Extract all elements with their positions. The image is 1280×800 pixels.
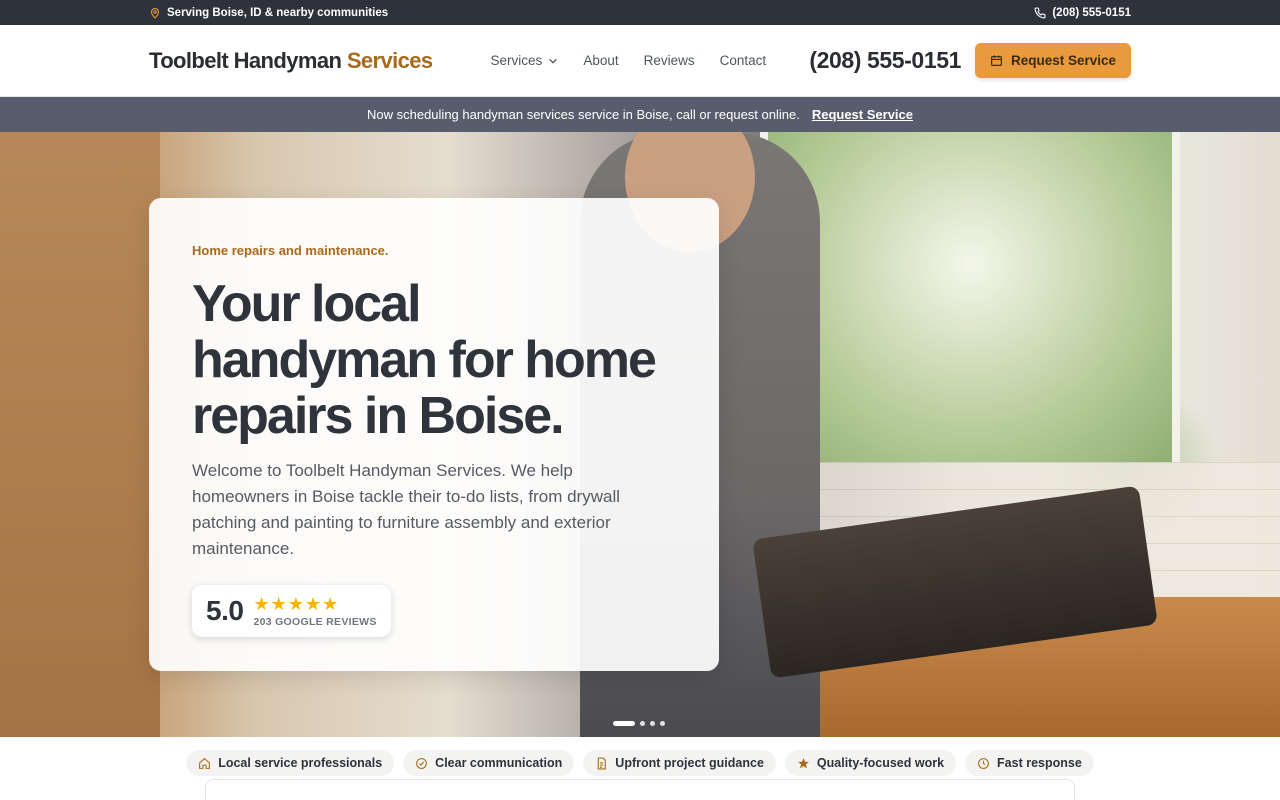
hero-section: Home repairs and maintenance. Your local… — [0, 132, 1280, 737]
feature-chip-fast: Fast response — [965, 750, 1094, 776]
rating-stars: ★ ★ ★ ★ ★ — [253, 595, 376, 613]
chevron-down-icon — [549, 58, 558, 64]
star-icon: ★ — [270, 593, 287, 614]
nav-reviews-label: Reviews — [643, 53, 695, 68]
content-panel-edge — [205, 779, 1075, 800]
nav-services[interactable]: Services — [491, 53, 559, 68]
announcement-request-link[interactable]: Request Service — [812, 107, 913, 122]
rating-score: 5.0 — [206, 595, 244, 626]
nav-services-label: Services — [490, 53, 543, 68]
header-phone-link[interactable]: (208) 555-0151 — [809, 47, 961, 74]
logo-main-text: Toolbelt Handyman — [149, 47, 347, 73]
check-circle-icon — [416, 757, 428, 769]
hero-background-window — [760, 132, 1180, 462]
feature-label: Upfront project guidance — [615, 756, 764, 770]
feature-label: Clear communication — [435, 756, 563, 770]
calendar-icon — [990, 55, 1002, 66]
feature-label: Fast response — [997, 756, 1082, 770]
phone-icon — [1034, 6, 1046, 18]
nav-reviews[interactable]: Reviews — [644, 53, 695, 68]
clock-icon — [978, 757, 989, 769]
topbar-phone-link[interactable]: (208) 555-0151 — [1034, 7, 1131, 19]
request-service-label: Request Service — [1010, 53, 1117, 68]
rating-badge[interactable]: 5.0 ★ ★ ★ ★ ★ 203 GOOGLE REVIEWS — [192, 585, 391, 637]
feature-chip-guidance: Upfront project guidance — [583, 750, 776, 776]
carousel-dots — [613, 721, 665, 726]
home-icon — [199, 757, 211, 769]
hero-eyebrow: Home repairs and maintenance. — [192, 243, 389, 258]
star-icon: ★ — [304, 593, 321, 614]
map-pin-icon — [150, 7, 160, 19]
carousel-dot[interactable] — [660, 721, 665, 726]
carousel-dot[interactable] — [650, 721, 655, 726]
star-icon — [798, 757, 809, 768]
hero-card: Home repairs and maintenance. Your local… — [149, 198, 719, 671]
carousel-dot[interactable] — [613, 721, 635, 726]
announcement-bar: Now scheduling handyman services service… — [0, 97, 1280, 132]
star-icon: ★ — [253, 593, 270, 614]
nav-contact[interactable]: Contact — [720, 53, 767, 68]
topbar-phone-text: (208) 555-0151 — [1052, 6, 1131, 19]
nav-about[interactable]: About — [583, 53, 618, 68]
feature-label: Local service professionals — [218, 756, 383, 770]
top-info-bar: Serving Boise, ID & nearby communities (… — [0, 0, 1280, 25]
hero-intro: Welcome to Toolbelt Handyman Services. W… — [192, 461, 620, 558]
hero-background-cabinet — [0, 132, 160, 737]
service-area: Serving Boise, ID & nearby communities — [149, 7, 388, 19]
site-header: Toolbelt Handyman Services Services Abou… — [0, 25, 1280, 97]
feature-chip-communication: Clear communication — [403, 750, 575, 776]
feature-strip: Local service professionals Clear commun… — [0, 737, 1280, 800]
logo-accent-text: Services — [346, 47, 433, 73]
nav-contact-label: Contact — [719, 53, 767, 68]
document-icon — [598, 757, 607, 769]
request-service-button[interactable]: Request Service — [975, 43, 1131, 78]
rating-reviews-text: 203 GOOGLE REVIEWS — [253, 615, 377, 628]
main-nav: Services About Reviews Contact — [491, 53, 767, 68]
feature-chip-local: Local service professionals — [186, 750, 395, 776]
carousel-dot[interactable] — [640, 721, 645, 726]
star-icon: ★ — [287, 593, 304, 614]
feature-label: Quality-focused work — [816, 756, 945, 770]
announcement-text: Now scheduling handyman services service… — [367, 107, 800, 122]
nav-about-label: About — [583, 53, 619, 68]
site-logo[interactable]: Toolbelt Handyman Services — [149, 48, 433, 74]
service-area-text: Serving Boise, ID & nearby communities — [167, 6, 389, 19]
star-icon: ★ — [322, 593, 339, 614]
feature-chip-quality: Quality-focused work — [784, 750, 957, 776]
hero-headline: Your local handyman for home repairs in … — [192, 275, 657, 445]
